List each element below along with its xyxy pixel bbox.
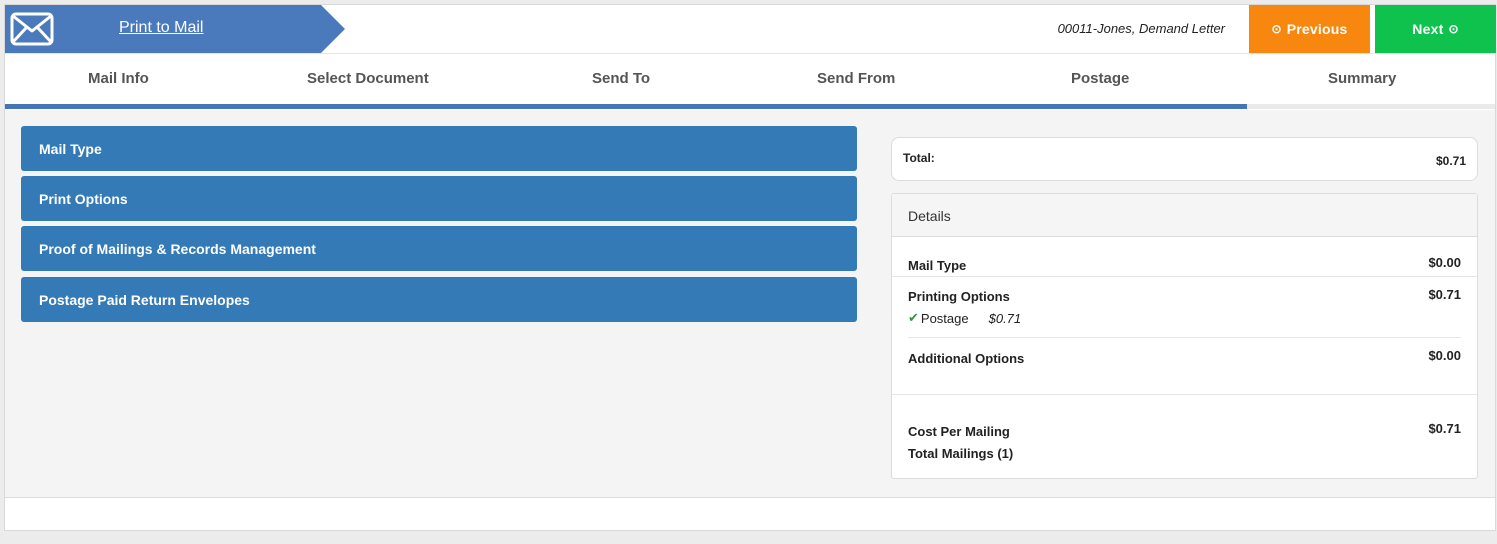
- tab-postage[interactable]: Postage: [1071, 70, 1129, 87]
- next-button-label: Next: [1412, 21, 1444, 37]
- postage-label: Postage: [920, 310, 969, 326]
- postage-value: $0.71: [988, 310, 1022, 326]
- section-print-options[interactable]: Print Options: [21, 176, 857, 221]
- printing-options-value: $0.71: [1428, 287, 1461, 302]
- section-mail-type[interactable]: Mail Type: [21, 126, 857, 171]
- divider: [908, 337, 1461, 338]
- progress-bar-fill: [5, 104, 1247, 109]
- divider: [892, 276, 1477, 277]
- step-tabs: Mail Info Select Document Send To Send F…: [5, 53, 1495, 110]
- checkmark-icon: ✔: [908, 310, 919, 325]
- previous-button-label: Previous: [1286, 21, 1348, 37]
- postage-line: ✔ Postage $0.71: [908, 310, 1021, 326]
- header-bar: Print to Mail 00011-Jones, Demand Letter…: [5, 5, 1496, 53]
- circle-arrow-left-icon: ⊙: [1271, 22, 1282, 36]
- tab-select-document[interactable]: Select Document: [307, 70, 429, 87]
- mail-type-label: Mail Type: [908, 258, 967, 273]
- divider: [892, 394, 1477, 395]
- tab-mail-info[interactable]: Mail Info: [88, 70, 149, 87]
- additional-options-label: Additional Options: [908, 351, 1025, 366]
- section-label: Proof of Mailings & Records Management: [39, 240, 316, 257]
- section-label: Mail Type: [39, 140, 102, 157]
- banner: Print to Mail: [5, 5, 345, 53]
- section-label: Postage Paid Return Envelopes: [39, 291, 250, 308]
- total-value: $0.71: [1435, 154, 1466, 168]
- previous-button[interactable]: ⊙ Previous: [1249, 5, 1370, 53]
- tab-send-from[interactable]: Send From: [817, 70, 895, 87]
- envelope-icon: [10, 12, 54, 46]
- additional-options-value: $0.00: [1428, 348, 1461, 363]
- footer: [5, 498, 1495, 530]
- tab-summary[interactable]: Summary: [1328, 70, 1396, 87]
- total-panel: Total: $0.71: [891, 137, 1478, 181]
- details-panel: Details Mail Type $0.00 Printing Options…: [891, 193, 1478, 479]
- matter-name: 00011-Jones, Demand Letter: [1057, 21, 1225, 36]
- progress-bar: [5, 104, 1495, 109]
- tab-send-to[interactable]: Send To: [592, 70, 650, 87]
- mail-type-value: $0.00: [1428, 255, 1461, 270]
- cost-per-mailing-value: $0.71: [1428, 421, 1461, 436]
- total-label: Total:: [903, 151, 935, 165]
- printing-options-label: Printing Options: [908, 289, 1010, 304]
- page-title-link[interactable]: Print to Mail: [119, 19, 203, 37]
- total-mailings-label: Total Mailings (1): [908, 446, 1014, 461]
- next-button[interactable]: Next ⊙: [1375, 5, 1496, 53]
- app-frame: Print to Mail 00011-Jones, Demand Letter…: [4, 4, 1496, 531]
- main-content: Mail Type Print Options Proof of Mailing…: [5, 110, 1495, 498]
- section-label: Print Options: [39, 190, 128, 207]
- cost-per-mailing-label: Cost Per Mailing: [908, 424, 1010, 439]
- section-proof-of-mailings[interactable]: Proof of Mailings & Records Management: [21, 226, 857, 271]
- circle-arrow-right-icon: ⊙: [1448, 22, 1459, 36]
- section-return-envelopes[interactable]: Postage Paid Return Envelopes: [21, 277, 857, 322]
- details-header: Details: [892, 194, 1477, 237]
- details-title: Details: [908, 208, 951, 224]
